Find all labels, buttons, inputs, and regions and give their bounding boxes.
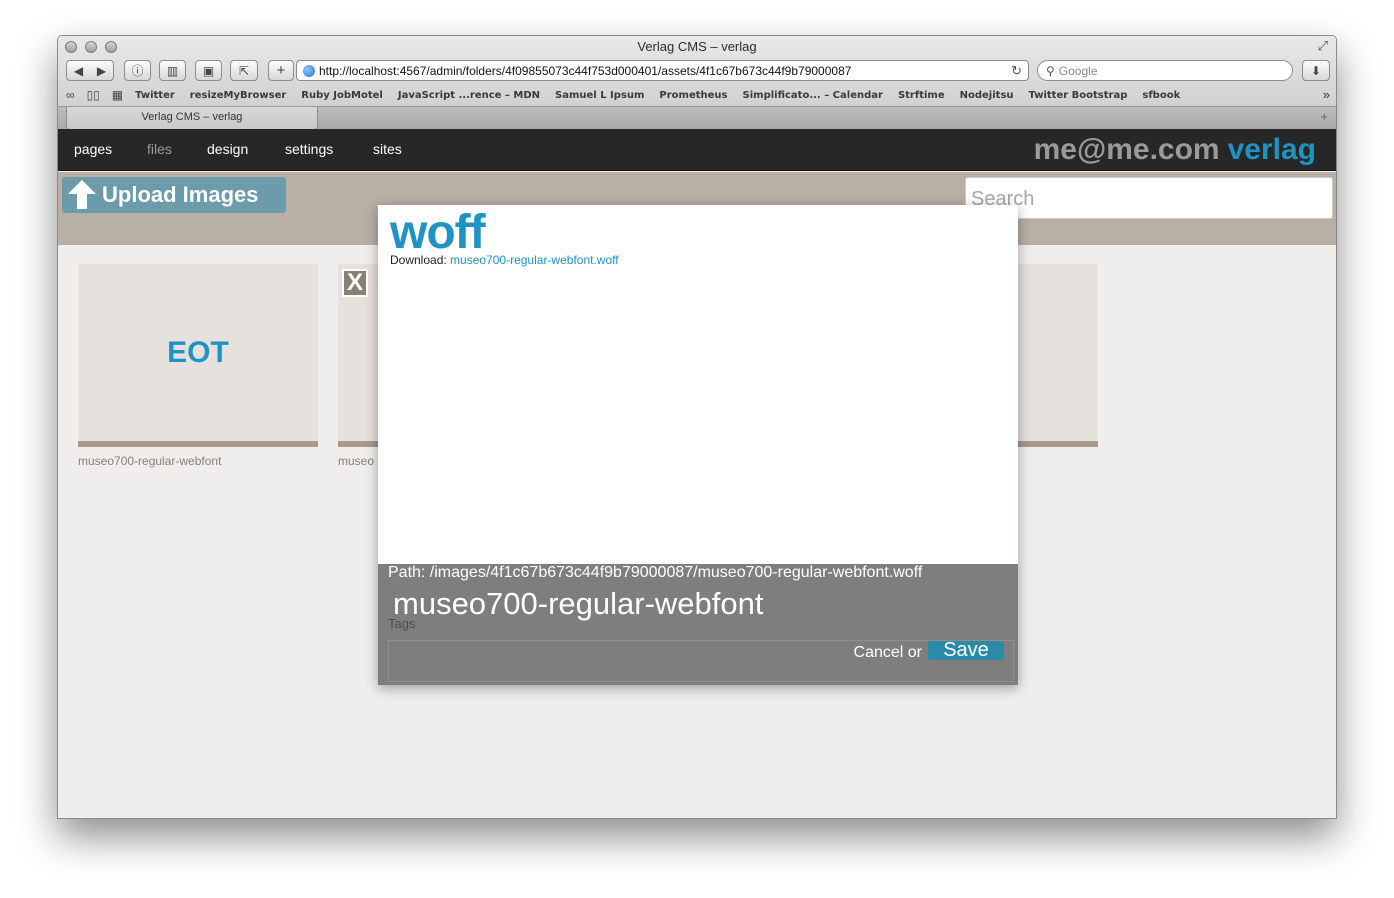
user-email[interactable]: me@me.com xyxy=(1034,133,1220,166)
downloads-icon[interactable]: ⬇ xyxy=(1302,60,1330,81)
window-title: Verlag CMS – verlag xyxy=(637,39,757,54)
upload-images-button[interactable]: Upload Images xyxy=(62,177,286,213)
bookmark-item[interactable]: resizeMyBrowser xyxy=(190,90,287,101)
nav-pages[interactable]: pages xyxy=(74,141,112,157)
nav-design[interactable]: design xyxy=(207,141,248,157)
browser-chrome: Verlag CMS – verlag ⤢ ◀ ▶ ⓘ ▥ ▣ ⇱ + http… xyxy=(58,36,1336,130)
browser-search-placeholder: Google xyxy=(1058,63,1098,78)
asset-search-input[interactable]: Search xyxy=(965,177,1333,219)
reading-list-icon[interactable]: ∞ xyxy=(66,88,75,102)
asset-label: museo700-regular-webfont xyxy=(78,454,222,468)
browser-toolbar: ◀ ▶ ⓘ ▥ ▣ ⇱ + http://localhost:4567/admi… xyxy=(58,60,1336,84)
nav-files[interactable]: files xyxy=(147,141,172,157)
upload-label: Upload Images xyxy=(102,182,259,207)
browser-search-input[interactable]: ⚲ Google xyxy=(1037,60,1293,81)
bookmark-item[interactable]: Simplificato... – Calendar xyxy=(743,90,883,101)
app-logo[interactable]: verlag xyxy=(1228,133,1316,166)
delete-asset-button[interactable]: X xyxy=(342,269,368,297)
bookmark-item[interactable]: Samuel L Ipsum xyxy=(555,90,644,101)
asset-card[interactable]: EOT museo700-regular-webfont xyxy=(78,264,318,468)
back-forward-buttons[interactable]: ◀ ▶ xyxy=(66,60,114,81)
tab-strip: Verlag CMS – verlag + xyxy=(58,106,1336,130)
nav-settings[interactable]: settings xyxy=(285,141,333,157)
chevron-right-icon[interactable]: » xyxy=(1323,87,1330,102)
back-arrow-icon[interactable]: ◀ xyxy=(74,64,83,78)
modal-footer: Path: /images/4f1c67b673c44f9b79000087/m… xyxy=(378,564,1018,685)
tags-label: Tags xyxy=(388,616,416,631)
add-bookmark-button[interactable]: + xyxy=(268,60,294,81)
asset-edit-modal: woff Download: museo700-regular-webfont.… xyxy=(378,205,1018,685)
reader-icon[interactable]: ▣ xyxy=(195,60,222,81)
download-link[interactable]: museo700-regular-webfont.woff xyxy=(450,253,619,267)
bookmarks-bar: ∞ ▯▯ ▦ Twitter resizeMyBrowser Ruby JobM… xyxy=(66,87,1330,103)
bookmark-item[interactable]: Prometheus xyxy=(659,90,727,101)
modal-title: woff xyxy=(390,206,486,259)
bookmark-item[interactable]: Twitter Bootstrap xyxy=(1029,90,1128,101)
address-bar[interactable]: http://localhost:4567/admin/folders/4f09… xyxy=(296,60,1029,81)
bookmarks-icon[interactable]: ▥ xyxy=(159,60,186,81)
asset-path: Path: /images/4f1c67b673c44f9b79000087/m… xyxy=(388,564,923,581)
fullscreen-icon[interactable]: ⤢ xyxy=(1318,38,1328,54)
save-button[interactable]: Save xyxy=(928,640,1004,660)
brand: me@me.com verlag xyxy=(1034,133,1316,167)
bookmark-item[interactable]: Strftime xyxy=(898,90,945,101)
top-sites-icon[interactable]: ▦ xyxy=(112,88,123,102)
tab-verlag[interactable]: Verlag CMS – verlag xyxy=(66,107,318,130)
bookmark-item[interactable]: Ruby JobMotel xyxy=(301,90,383,101)
share-icon[interactable]: ⇱ xyxy=(230,60,258,81)
bookmark-item[interactable]: Twitter xyxy=(135,90,175,101)
reload-icon[interactable]: ↻ xyxy=(1011,63,1022,79)
app-navbar: pages files design settings sites me@me.… xyxy=(58,129,1336,171)
download-row: Download: museo700-regular-webfont.woff xyxy=(390,253,619,267)
download-label: Download: xyxy=(390,253,447,267)
nav-sites[interactable]: sites xyxy=(373,141,402,157)
bookmark-item[interactable]: sfbook xyxy=(1142,90,1180,101)
bookmark-item[interactable]: Nodejitsu xyxy=(960,90,1014,101)
cancel-link[interactable]: Cancel or xyxy=(854,644,922,662)
upload-arrow-icon xyxy=(68,180,96,210)
book-icon[interactable]: ▯▯ xyxy=(87,88,100,102)
asset-name-field[interactable] xyxy=(388,585,1014,623)
forward-arrow-icon[interactable]: ▶ xyxy=(97,64,106,78)
info-icon[interactable]: ⓘ xyxy=(124,60,151,81)
asset-thumbnail[interactable]: EOT xyxy=(78,264,318,447)
new-tab-icon[interactable]: + xyxy=(1320,109,1328,124)
globe-icon xyxy=(303,64,315,77)
url-text[interactable]: http://localhost:4567/admin/folders/4f09… xyxy=(319,64,851,78)
search-icon: ⚲ xyxy=(1046,63,1055,78)
browser-window: Verlag CMS – verlag ⤢ ◀ ▶ ⓘ ▥ ▣ ⇱ + http… xyxy=(57,35,1337,819)
bookmark-item[interactable]: JavaScript ...rence – MDN xyxy=(398,90,540,101)
